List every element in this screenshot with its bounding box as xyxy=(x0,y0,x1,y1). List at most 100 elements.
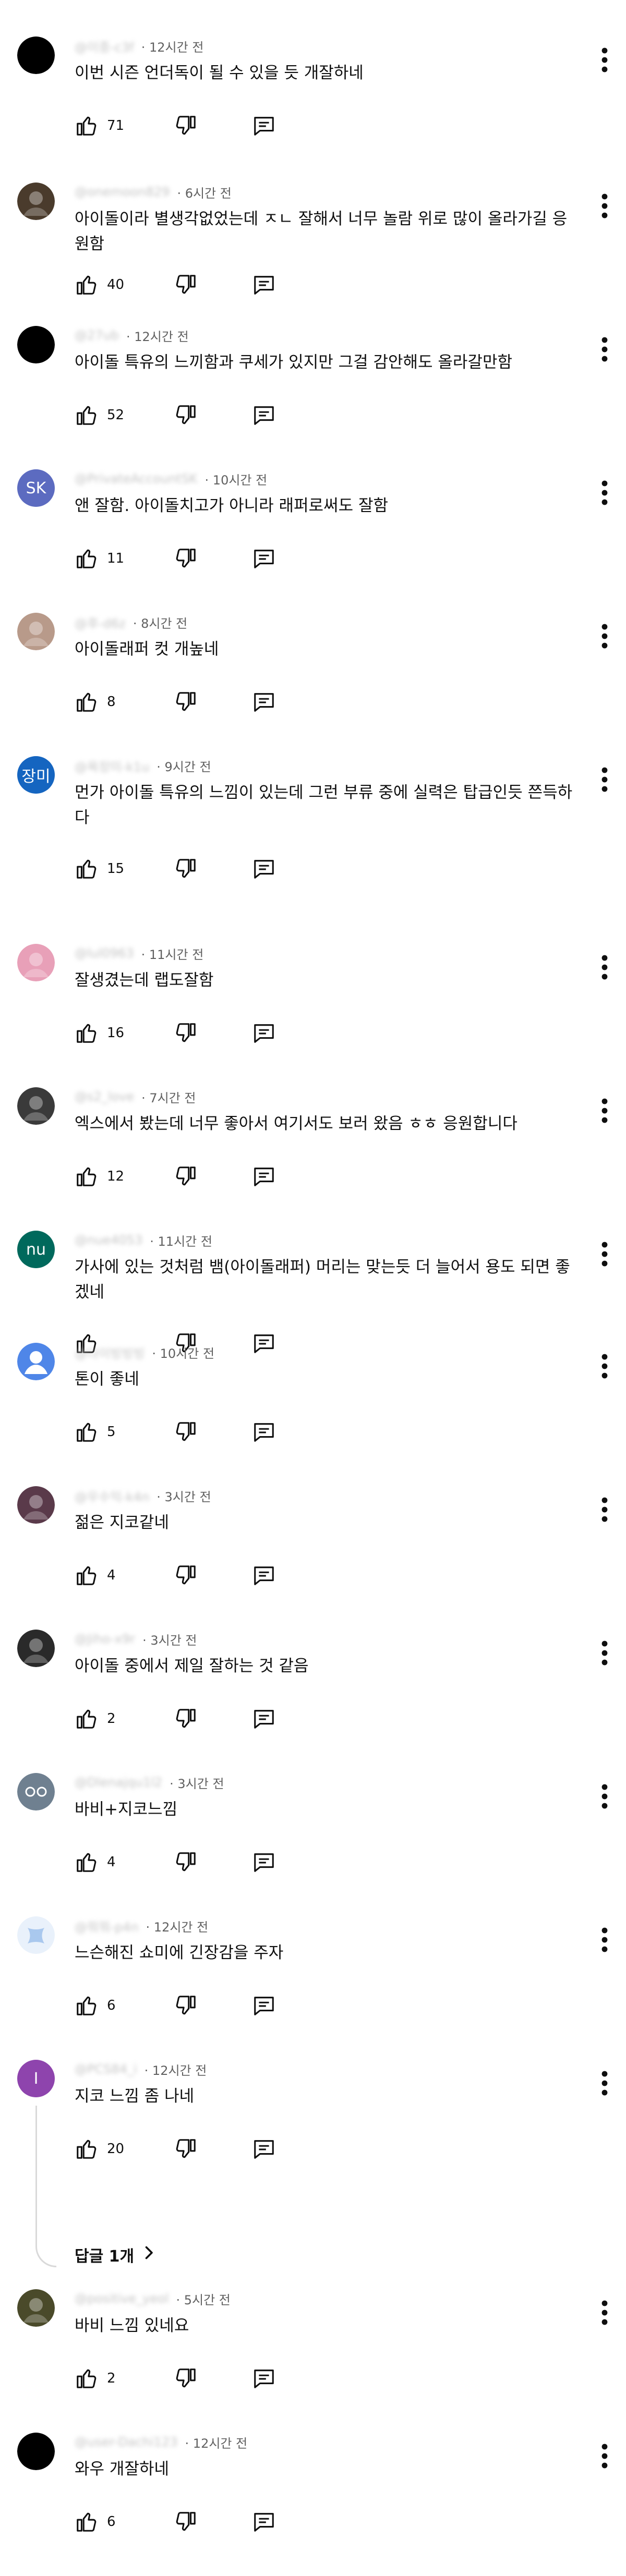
reply-button[interactable] xyxy=(252,1994,276,2018)
dislike-button[interactable] xyxy=(174,690,252,714)
author-handle[interactable]: @이중-c3f xyxy=(75,37,134,55)
dislike-button[interactable] xyxy=(174,2366,252,2390)
reply-button[interactable] xyxy=(252,2366,276,2390)
more-options-button[interactable] xyxy=(597,46,612,74)
more-options-button[interactable] xyxy=(597,1496,612,1524)
dislike-button[interactable] xyxy=(174,1994,252,2018)
dislike-button[interactable] xyxy=(174,1164,252,1188)
dislike-button[interactable] xyxy=(174,857,252,881)
reply-button[interactable] xyxy=(252,1563,276,1587)
reply-button[interactable] xyxy=(252,1707,276,1731)
more-options-button[interactable] xyxy=(597,1926,612,1954)
reply-button[interactable] xyxy=(252,403,276,427)
avatar[interactable] xyxy=(17,1916,55,1954)
more-options-button[interactable] xyxy=(597,479,612,507)
avatar[interactable] xyxy=(17,613,55,650)
avatar[interactable] xyxy=(17,1773,55,1811)
reply-button[interactable] xyxy=(252,1164,276,1188)
reply-button[interactable] xyxy=(252,273,276,297)
like-button[interactable]: 4 xyxy=(75,1850,174,1874)
more-options-button[interactable] xyxy=(597,192,612,220)
reply-button[interactable] xyxy=(252,546,276,570)
like-button[interactable]: 4 xyxy=(75,1563,174,1587)
dislike-button[interactable] xyxy=(174,2510,252,2534)
dislike-button[interactable] xyxy=(174,546,252,570)
author-handle[interactable]: @user-Dachi123 xyxy=(75,2435,178,2449)
author-handle[interactable]: @뭐뭐-p4n xyxy=(75,1917,139,1935)
reply-button[interactable] xyxy=(252,2137,276,2161)
like-button[interactable]: 2 xyxy=(75,2366,174,2390)
avatar[interactable]: I xyxy=(17,2060,55,2097)
avatar[interactable] xyxy=(17,183,55,220)
avatar[interactable]: SK xyxy=(17,469,55,507)
like-button[interactable]: 16 xyxy=(75,1021,174,1045)
like-button[interactable]: 6 xyxy=(75,1994,174,2018)
reply-button[interactable] xyxy=(252,1420,276,1444)
more-options-button[interactable] xyxy=(597,1782,612,1811)
like-button[interactable]: 15 xyxy=(75,857,174,881)
dislike-button[interactable] xyxy=(174,1850,252,1874)
like-button[interactable]: 71 xyxy=(75,114,174,138)
dislike-button[interactable] xyxy=(174,1420,252,1444)
dislike-button[interactable] xyxy=(174,2137,252,2161)
avatar[interactable] xyxy=(17,2433,55,2470)
more-options-button[interactable] xyxy=(597,2069,612,2097)
like-button[interactable]: 40 xyxy=(75,273,174,297)
reply-button[interactable] xyxy=(252,1021,276,1045)
like-button[interactable]: 52 xyxy=(75,403,174,427)
author-handle[interactable]: @s2_love xyxy=(75,1089,134,1104)
dislike-button[interactable] xyxy=(174,1563,252,1587)
avatar[interactable] xyxy=(17,37,55,74)
avatar[interactable] xyxy=(17,1343,55,1380)
more-options-button[interactable] xyxy=(597,1240,612,1268)
more-options-button[interactable] xyxy=(597,622,612,650)
avatar[interactable] xyxy=(17,2289,55,2327)
author-handle[interactable]: @onemoon829 xyxy=(75,185,170,199)
author-handle[interactable]: @PrivateAccountSK xyxy=(75,471,198,486)
more-options-button[interactable] xyxy=(597,1097,612,1125)
avatar[interactable]: 장미 xyxy=(17,756,55,794)
author-handle[interactable]: @다이빙빙빙 xyxy=(75,1343,145,1362)
like-button[interactable]: 20 xyxy=(75,2137,174,2161)
reply-button[interactable] xyxy=(252,1850,276,1874)
dislike-button[interactable] xyxy=(174,273,252,297)
like-button[interactable]: 2 xyxy=(75,1707,174,1731)
more-options-button[interactable] xyxy=(597,335,612,363)
avatar[interactable] xyxy=(17,1087,55,1125)
more-options-button[interactable] xyxy=(597,2442,612,2470)
more-options-button[interactable] xyxy=(597,953,612,981)
author-handle[interactable]: @positive_yeol xyxy=(75,2291,168,2306)
like-button[interactable]: 6 xyxy=(75,2510,174,2534)
dislike-button[interactable] xyxy=(174,114,252,138)
more-options-button[interactable] xyxy=(597,2299,612,2327)
avatar[interactable] xyxy=(17,1630,55,1667)
author-handle[interactable]: @욕장미-k1u xyxy=(75,757,149,775)
avatar[interactable] xyxy=(17,1486,55,1524)
reply-button[interactable] xyxy=(252,2510,276,2534)
reply-button[interactable] xyxy=(252,690,276,714)
author-handle[interactable]: @우수익-k4n xyxy=(75,1487,149,1505)
like-button[interactable]: 11 xyxy=(75,546,174,570)
avatar[interactable] xyxy=(17,326,55,363)
author-handle[interactable]: @후-d6z xyxy=(75,613,126,631)
dislike-button[interactable] xyxy=(174,1707,252,1731)
author-handle[interactable]: @nue4053 xyxy=(75,1233,142,1247)
dislike-button[interactable] xyxy=(174,1021,252,1045)
view-replies-button[interactable]: 답글 1개 xyxy=(75,2243,158,2266)
reply-button[interactable] xyxy=(252,114,276,138)
author-handle[interactable]: @Dlenajqu1l2 xyxy=(75,1775,162,1790)
more-options-button[interactable] xyxy=(597,1639,612,1667)
dislike-button[interactable] xyxy=(174,403,252,427)
like-button[interactable]: 5 xyxy=(75,1420,174,1444)
author-handle[interactable]: @27ub xyxy=(75,328,119,343)
author-handle[interactable]: @Jiho-x9r xyxy=(75,1632,135,1646)
like-button[interactable]: 8 xyxy=(75,690,174,714)
avatar[interactable] xyxy=(17,944,55,981)
author-handle[interactable]: @PCS84_i xyxy=(75,2062,137,2076)
author-handle[interactable]: @lul0963 xyxy=(75,946,134,961)
reply-button[interactable] xyxy=(252,857,276,881)
more-options-button[interactable] xyxy=(597,765,612,794)
more-options-button[interactable] xyxy=(597,1352,612,1380)
avatar[interactable]: nu xyxy=(17,1231,55,1268)
like-button[interactable]: 12 xyxy=(75,1164,174,1188)
